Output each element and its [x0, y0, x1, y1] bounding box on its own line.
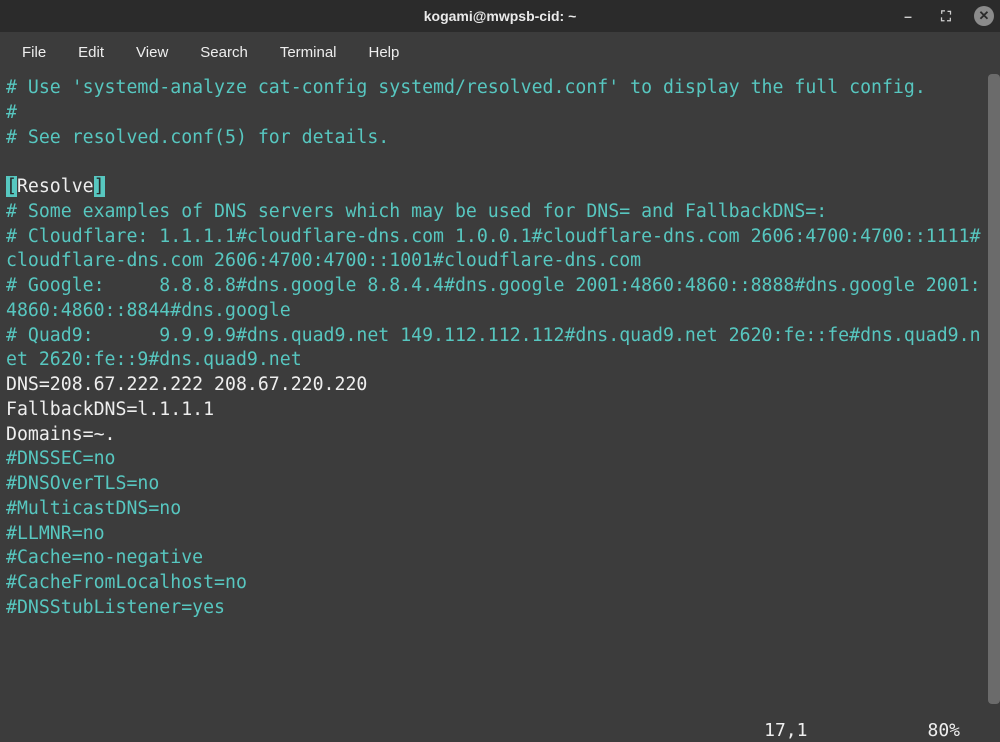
minimize-button[interactable]: – — [898, 6, 918, 26]
menu-file[interactable]: File — [8, 38, 60, 67]
menubar: File Edit View Search Terminal Help — [0, 32, 1000, 72]
menu-view[interactable]: View — [122, 38, 182, 67]
menu-help[interactable]: Help — [355, 38, 414, 67]
config-comment-line: #LLMNR=no — [6, 523, 105, 544]
config-comment-line: # Google: 8.8.8.8#dns.google 8.8.4.4#dns… — [6, 275, 981, 321]
window-title: kogami@mwpsb-cid: ~ — [424, 8, 577, 24]
config-comment-line: #MulticastDNS=no — [6, 498, 181, 519]
config-comment-line: # Quad9: 9.9.9.9#dns.quad9.net 149.112.1… — [6, 325, 981, 371]
maximize-button[interactable]: ⛶ — [936, 6, 956, 26]
scrollbar[interactable] — [988, 72, 1000, 742]
close-button[interactable]: ✕ — [974, 6, 994, 26]
config-comment-line: # Use 'systemd-analyze cat-config system… — [6, 77, 926, 98]
menu-edit[interactable]: Edit — [64, 38, 118, 67]
config-comment-line: # Cloudflare: 1.1.1.1#cloudflare-dns.com… — [6, 226, 981, 272]
titlebar: kogami@mwpsb-cid: ~ – ⛶ ✕ — [0, 0, 1000, 32]
scroll-thumb[interactable] — [988, 74, 1000, 704]
config-section-header: [Resolve] — [6, 176, 105, 197]
config-line: DNS=208.67.222.222 208.67.220.220 — [6, 374, 367, 395]
vim-statusbar: 17,1 80% — [0, 718, 988, 742]
config-comment-line: #DNSSEC=no — [6, 448, 116, 469]
config-comment-line: # Some examples of DNS servers which may… — [6, 201, 827, 222]
terminal-output[interactable]: # Use 'systemd-analyze cat-config system… — [0, 72, 988, 742]
window-controls: – ⛶ ✕ — [898, 0, 994, 32]
config-comment-line: # — [6, 102, 17, 123]
terminal-area: # Use 'systemd-analyze cat-config system… — [0, 72, 1000, 742]
scroll-percent: 80% — [927, 720, 960, 741]
config-comment-line: #CacheFromLocalhost=no — [6, 572, 247, 593]
menu-terminal[interactable]: Terminal — [266, 38, 351, 67]
config-comment-line: # See resolved.conf(5) for details. — [6, 127, 389, 148]
config-line: FallbackDNS=l.1.1.1 — [6, 399, 214, 420]
config-comment-line: #Cache=no-negative — [6, 547, 203, 568]
config-comment-line: #DNSStubListener=yes — [6, 597, 225, 618]
cursor-position: 17,1 — [764, 720, 807, 741]
menu-search[interactable]: Search — [186, 38, 262, 67]
config-comment-line: #DNSOverTLS=no — [6, 473, 159, 494]
config-line: Domains=~. — [6, 424, 116, 445]
